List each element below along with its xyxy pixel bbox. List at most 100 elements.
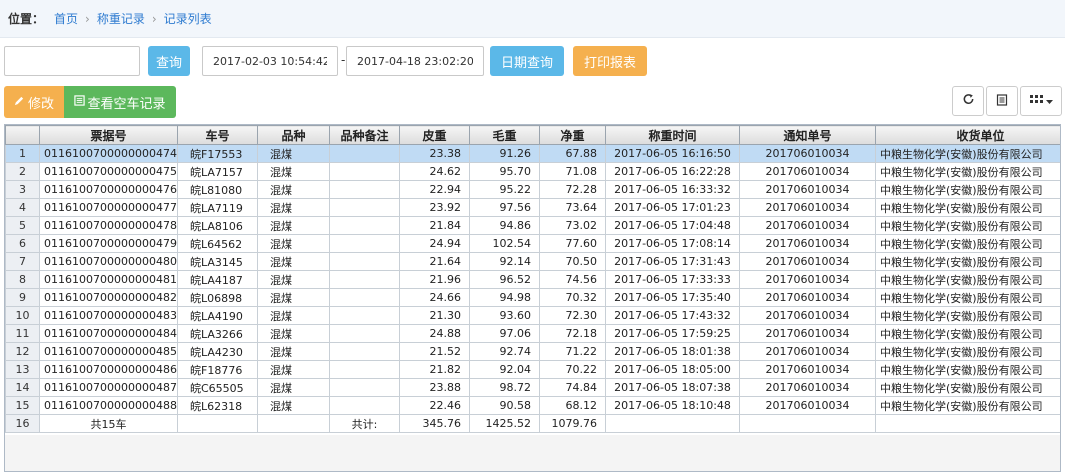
variety-cell: 混煤: [257, 180, 330, 199]
plate-cell: 皖F18776: [177, 360, 258, 379]
gross-cell: 90.58: [469, 396, 540, 415]
notice-no-cell: 201706010034: [739, 216, 876, 235]
gross-cell: 92.04: [469, 360, 540, 379]
variety-cell: 混煤: [257, 378, 330, 397]
table-row[interactable]: 2 0116100700000000475 皖LA7157 混煤 24.62 95.70 7…: [5, 162, 1060, 181]
table-row[interactable]: 12 0116100700000000485 皖LA4230 混煤 21.52 92.74…: [5, 342, 1060, 361]
variety-cell: [257, 414, 330, 433]
gross-cell: 92.74: [469, 342, 540, 361]
table-row[interactable]: 13 0116100700000000486 皖F18776 混煤 21.82 92.04…: [5, 360, 1060, 379]
col-header-ticket-no[interactable]: 票据号: [39, 125, 178, 145]
tare-cell: 24.94: [399, 234, 470, 253]
tare-cell: 23.92: [399, 198, 470, 217]
notice-no-cell: 201706010034: [739, 144, 876, 163]
weigh-time-cell: 2017-06-05 16:16:50: [605, 144, 740, 163]
keyword-input[interactable]: [4, 46, 140, 76]
date-start-input[interactable]: [202, 46, 338, 76]
receiver-cell: 中粮生物化学(安徽)股份有限公司: [875, 324, 1060, 343]
breadcrumb: 位置： 首页 › 称重记录 › 记录列表: [0, 0, 1065, 38]
row-index: 6: [5, 234, 40, 253]
row-index: 12: [5, 342, 40, 361]
gross-cell: 97.56: [469, 198, 540, 217]
weigh-time-cell: 2017-06-05 18:05:00: [605, 360, 740, 379]
ticket-no-cell: 0116100700000000474: [39, 144, 178, 163]
gross-cell: 97.06: [469, 324, 540, 343]
table-total-row[interactable]: 16 共15车 共计: 345.76 1425.52 1079.76: [5, 414, 1060, 433]
breadcrumb-weighing-link[interactable]: 称重记录: [97, 10, 145, 27]
view-empty-records-button[interactable]: 查看空车记录: [64, 86, 176, 118]
table-row[interactable]: 7 0116100700000000480 皖LA3145 混煤 21.64 92.14 7…: [5, 252, 1060, 271]
col-header-gross[interactable]: 毛重: [469, 125, 540, 145]
receiver-cell: 中粮生物化学(安徽)股份有限公司: [875, 378, 1060, 397]
table-row[interactable]: 15 0116100700000000488 皖L62318 混煤 22.46 90.58…: [5, 396, 1060, 415]
variety-note-cell: [329, 180, 400, 199]
table-row[interactable]: 10 0116100700000000483 皖LA4190 混煤 21.30 93.60…: [5, 306, 1060, 325]
plate-cell: [177, 414, 258, 433]
tare-cell: 22.94: [399, 180, 470, 199]
notice-no-cell: 201706010034: [739, 288, 876, 307]
table-row[interactable]: 6 0116100700000000479 皖L64562 混煤 24.94 102.54…: [5, 234, 1060, 253]
gross-cell: 95.22: [469, 180, 540, 199]
toggle-view-button[interactable]: [986, 86, 1018, 116]
notice-no-cell: 201706010034: [739, 198, 876, 217]
receiver-cell: [875, 414, 1060, 433]
variety-note-cell: [329, 162, 400, 181]
row-index: 5: [5, 216, 40, 235]
ticket-no-cell: 0116100700000000483: [39, 306, 178, 325]
col-header-variety[interactable]: 品种: [257, 125, 330, 145]
net-cell: 68.12: [539, 396, 606, 415]
date-end-input[interactable]: [346, 46, 484, 76]
variety-note-cell: [329, 270, 400, 289]
col-header-weigh-time[interactable]: 称重时间: [605, 125, 740, 145]
receiver-cell: 中粮生物化学(安徽)股份有限公司: [875, 342, 1060, 361]
query-button[interactable]: 查询: [148, 46, 190, 76]
net-cell: 72.30: [539, 306, 606, 325]
breadcrumb-label: 位置：: [8, 12, 45, 26]
net-cell: 71.22: [539, 342, 606, 361]
weigh-time-cell: 2017-06-05 17:59:25: [605, 324, 740, 343]
col-header-variety-note[interactable]: 品种备注: [329, 125, 400, 145]
print-report-button[interactable]: 打印报表: [573, 46, 647, 76]
table-row[interactable]: 11 0116100700000000484 皖LA3266 混煤 24.88 97.06…: [5, 324, 1060, 343]
variety-note-cell: [329, 378, 400, 397]
columns-dropdown-button[interactable]: [1020, 86, 1062, 116]
plate-cell: 皖LA7119: [177, 198, 258, 217]
table-row[interactable]: 14 0116100700000000487 皖C65505 混煤 23.88 98.72…: [5, 378, 1060, 397]
table-row[interactable]: 3 0116100700000000476 皖L81080 混煤 22.94 95.22 7…: [5, 180, 1060, 199]
row-index: 7: [5, 252, 40, 271]
net-cell: 72.28: [539, 180, 606, 199]
date-range-separator: -: [341, 53, 346, 67]
breadcrumb-home-link[interactable]: 首页: [54, 10, 78, 27]
notice-no-cell: [739, 414, 876, 433]
receiver-cell: 中粮生物化学(安徽)股份有限公司: [875, 198, 1060, 217]
gross-cell: 96.52: [469, 270, 540, 289]
date-query-button[interactable]: 日期查询: [490, 46, 564, 76]
receiver-cell: 中粮生物化学(安徽)股份有限公司: [875, 180, 1060, 199]
table-row[interactable]: 4 0116100700000000477 皖LA7119 混煤 23.92 97.56 7…: [5, 198, 1060, 217]
table-row[interactable]: 1 0116100700000000474 皖F17553 混煤 23.38 91.26 6…: [5, 144, 1060, 163]
refresh-button[interactable]: [952, 86, 984, 116]
variety-note-cell: [329, 324, 400, 343]
col-header-tare[interactable]: 皮重: [399, 125, 470, 145]
grid-columns-icon: [1029, 94, 1043, 109]
gross-cell: 98.72: [469, 378, 540, 397]
row-index: 10: [5, 306, 40, 325]
col-header-notice-no[interactable]: 通知单号: [739, 125, 876, 145]
col-header-receiver[interactable]: 收货单位: [875, 125, 1060, 145]
table-row[interactable]: 9 0116100700000000482 皖L06898 混煤 24.66 94.98 7…: [5, 288, 1060, 307]
edit-button[interactable]: 修改: [4, 86, 64, 118]
row-index: 11: [5, 324, 40, 343]
col-header-net[interactable]: 净重: [539, 125, 606, 145]
plate-cell: 皖LA3145: [177, 252, 258, 271]
receiver-cell: 中粮生物化学(安徽)股份有限公司: [875, 216, 1060, 235]
gross-cell: 91.26: [469, 144, 540, 163]
table-row[interactable]: 8 0116100700000000481 皖LA4187 混煤 21.96 96.52 7…: [5, 270, 1060, 289]
row-index: 16: [5, 414, 40, 433]
net-cell: 77.60: [539, 234, 606, 253]
col-header-plate[interactable]: 车号: [177, 125, 258, 145]
net-cell: 70.50: [539, 252, 606, 271]
edit-button-label: 修改: [27, 96, 54, 112]
search-toolbar: 查询 - 日期查询 打印报表: [4, 46, 1064, 76]
table-row[interactable]: 5 0116100700000000478 皖LA8106 混煤 21.84 94.86 7…: [5, 216, 1060, 235]
plate-cell: 皖L81080: [177, 180, 258, 199]
